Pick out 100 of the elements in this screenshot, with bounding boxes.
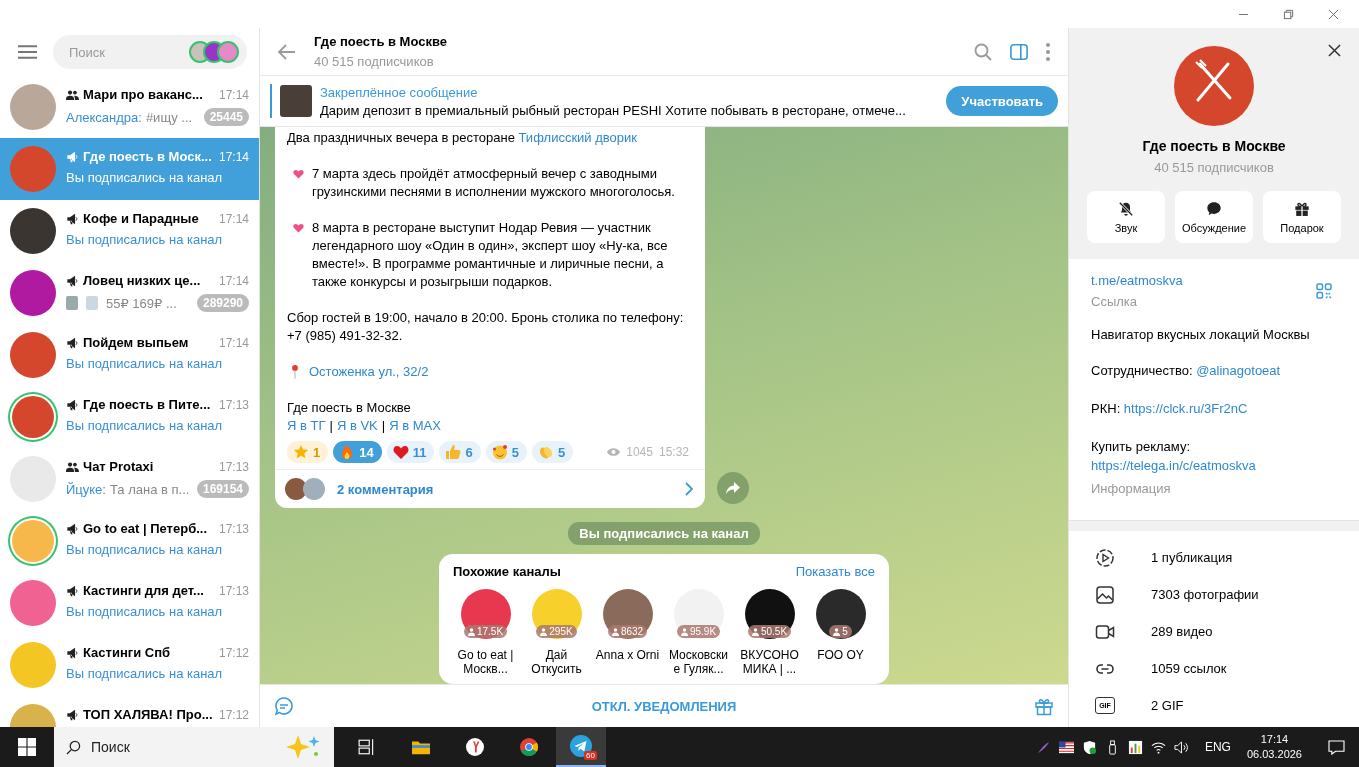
link[interactable]: https://telega.in/c/eatmoskva (1091, 458, 1256, 473)
chat-preview: Вы подписались на канал (66, 666, 224, 681)
chat-list-item[interactable]: Кофе и Парадные 17:14 Вы подписались на канал (0, 200, 259, 262)
chat-time: 17:13 (218, 459, 249, 474)
language-indicator[interactable]: ENG (1204, 740, 1231, 754)
browser-icon[interactable] (466, 738, 484, 756)
profile-action-button[interactable]: Обсуждение (1175, 191, 1253, 243)
person-icon (751, 627, 759, 636)
thumbs-up-icon (445, 444, 462, 460)
chat-list-item[interactable]: Чат Protaxi 17:13 Йцуке: Та лана в п... 169154 (0, 448, 259, 510)
chat-title: Где поесть в Пите... (83, 397, 212, 412)
channel-name[interactable]: ВКУСОНОМИКА | ... (737, 648, 802, 676)
chat-list-item[interactable]: Go to eat | Петерб... 17:13 Вы подписались на канал (0, 510, 259, 572)
heart-icon (293, 169, 304, 179)
link[interactable]: Я в ТГ (287, 417, 326, 435)
shield-icon[interactable] (1081, 739, 1097, 755)
comments-button[interactable]: 2 комментария (275, 469, 705, 508)
round-browser-icon[interactable] (520, 738, 538, 756)
channel-name[interactable]: Дай Откусить (524, 648, 589, 676)
chat-time: 17:14 (218, 335, 249, 350)
qr-code-icon[interactable] (1316, 283, 1332, 299)
service-message: Вы подписались на канал (568, 522, 760, 545)
task-view-icon[interactable] (358, 738, 376, 756)
pinned-text[interactable]: Дарим депозит в премиальный рыбный ресторан PESHI Хотите побывать в ресторане, отмече... (320, 102, 939, 118)
channel-name[interactable]: FOO OY (808, 648, 873, 662)
person-icon (467, 627, 475, 636)
channel-name[interactable]: Anna x Orni (595, 648, 660, 662)
chat-preview: Вы подписались на канал (66, 356, 224, 371)
megaphone-icon (66, 584, 79, 597)
link[interactable]: Я в VK (336, 417, 378, 435)
chat-time: 17:14 (218, 273, 249, 288)
taskbar-search[interactable]: Поиск (54, 727, 334, 767)
volume-icon[interactable] (1173, 739, 1189, 755)
chat-list-item[interactable]: Кастинги для дет... 17:13 Вы подписались на канал (0, 572, 259, 634)
notifications-icon[interactable] (1328, 739, 1345, 755)
media-row[interactable]: 289 видео (1069, 613, 1359, 650)
chat-title: ТОП ХАЛЯВА! Про... (83, 707, 214, 722)
gift-icon[interactable] (1034, 696, 1054, 716)
channel-avatar[interactable] (815, 589, 866, 639)
search-field[interactable]: Поиск (53, 35, 247, 69)
link[interactable]: https://clck.ru/3Fr2nC (1123, 401, 1248, 416)
chat-title: Чат Protaxi (83, 459, 155, 474)
chat-time: 17:14 (218, 87, 249, 102)
pen-icon[interactable] (1035, 739, 1051, 755)
link[interactable]: Я в MAX (389, 417, 441, 435)
chat-preview: Вы подписались на канал (66, 170, 224, 185)
chat-preview: Вы подписались на канал (66, 232, 224, 247)
telegram-taskbar-button[interactable]: 60 (556, 727, 606, 767)
share-button[interactable] (717, 472, 749, 504)
discussion-icon[interactable] (274, 696, 294, 716)
chat-list-item[interactable]: Пойдем выпьем 17:14 Вы подписались на канал (0, 324, 259, 386)
contact-line: РКН: https://clck.ru/3Fr2nC (1091, 400, 1249, 418)
chat-time: 17:12 (218, 645, 249, 660)
field-label: Ссылка (1091, 294, 1139, 309)
megaphone-icon (66, 522, 79, 535)
message-time: 15:32 (658, 445, 689, 459)
chat-list-item[interactable]: Кастинги Спб 17:12 Вы подписались на канал (0, 634, 259, 696)
chat-sender: Йцуке: (66, 481, 106, 497)
link[interactable]: @alinagotoeat (1196, 363, 1281, 378)
play-circle-icon (1095, 547, 1115, 568)
chat-title: Кастинги для дет... (83, 583, 205, 598)
back-arrow-icon[interactable] (278, 42, 296, 61)
show-all-link[interactable]: Показать все (795, 564, 875, 579)
channel-name[interactable]: Московские Гуляк... (666, 648, 731, 676)
close-icon[interactable] (1328, 44, 1341, 57)
chat-title: Мари про ваканс... (83, 87, 204, 102)
wifi-icon[interactable] (1150, 739, 1166, 755)
channel-name[interactable]: Go to eat | Москв... (453, 648, 518, 676)
profile-action-button[interactable]: Звук (1087, 191, 1165, 243)
avatar (303, 478, 325, 500)
menu-icon[interactable] (18, 45, 37, 59)
more-icon[interactable] (1046, 42, 1050, 61)
separator: | (381, 417, 386, 435)
search-icon[interactable] (974, 42, 992, 61)
profile-action-button[interactable]: Подарок (1263, 191, 1341, 243)
link[interactable]: Тифлисский дворик (518, 130, 637, 145)
bar-chart-icon[interactable] (1127, 739, 1143, 755)
media-row[interactable]: 1 публикация (1069, 539, 1359, 576)
side-panel-icon[interactable] (1010, 42, 1028, 61)
speech-bubble-icon (1206, 200, 1222, 217)
subscriber-count: 50.5K (747, 625, 792, 638)
address-link[interactable]: Остоженка ул., 32/2 (309, 364, 429, 379)
chat-list-item[interactable]: Мари про ваканс... 17:14 Александра: #ищу ... 25445 (0, 76, 259, 138)
subscriber-count: 5 (829, 625, 852, 638)
chat-preview: Та лана в п... (109, 481, 191, 497)
heart-icon (293, 223, 304, 233)
section-title: Похожие каналы (453, 564, 561, 579)
chat-list-item[interactable]: Ловец низких це... 17:14 55₽ 169₽ ... 289290 (0, 262, 259, 324)
clock-date[interactable]: 06.03.2026 (1246, 747, 1302, 762)
media-row[interactable]: 1059 ссылок (1069, 650, 1359, 687)
channel-link[interactable]: t.me/eatmoskva (1091, 273, 1183, 288)
contact-line: Купить рекламу: https://telega.in/c/eatmoskva (1091, 438, 1257, 475)
photo-placeholder (280, 85, 312, 117)
clock-time[interactable]: 17:14 (1260, 732, 1289, 747)
restore-icon[interactable] (1283, 8, 1294, 20)
chat-list-item[interactable]: Где поесть в Пите... 17:13 Вы подписались на канал (0, 386, 259, 448)
media-row[interactable]: 7303 фотографии (1069, 576, 1359, 613)
flag-icon[interactable] (1058, 739, 1074, 755)
chat-preview: Вы подписались на канал (66, 418, 224, 433)
windows-start-icon[interactable] (18, 738, 36, 756)
